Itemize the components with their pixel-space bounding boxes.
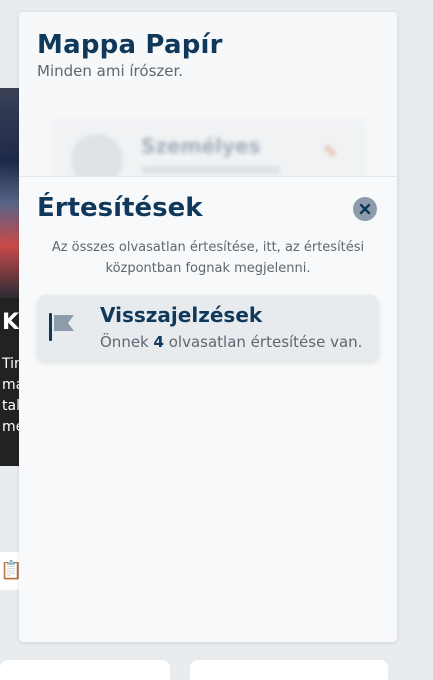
flag-icon: [49, 313, 74, 341]
background-bottom-card-right: [190, 660, 388, 680]
sidebar-panel: Mappa Papír Minden ami írószer. Személye…: [19, 12, 397, 642]
notification-text: Önnek 4 olvasatlan értesítése van.: [100, 333, 363, 351]
notifications-description: Az összes olvasatlan értesítése, itt, az…: [51, 240, 365, 276]
background-bottom-card-left: [0, 660, 170, 680]
shop-title: Mappa Papír: [37, 30, 223, 60]
notifications-title: Értesítések: [37, 193, 203, 223]
profile-line: [141, 166, 281, 174]
shop-subtitle: Minden ami írószer.: [37, 62, 184, 80]
background-article-heading: K: [2, 310, 20, 335]
close-notifications-button[interactable]: [353, 197, 377, 221]
profile-name: Személyes: [141, 134, 261, 158]
notification-title: Visszajelzések: [100, 303, 263, 327]
notifications-panel: Értesítések Az összes olvasatlan értesít…: [19, 176, 397, 642]
pencil-icon: ✎: [323, 142, 339, 163]
close-icon: [359, 203, 371, 215]
notification-item-feedback[interactable]: Visszajelzések Önnek 4 olvasatlan értesí…: [37, 295, 379, 361]
unread-count: 4: [153, 333, 164, 351]
